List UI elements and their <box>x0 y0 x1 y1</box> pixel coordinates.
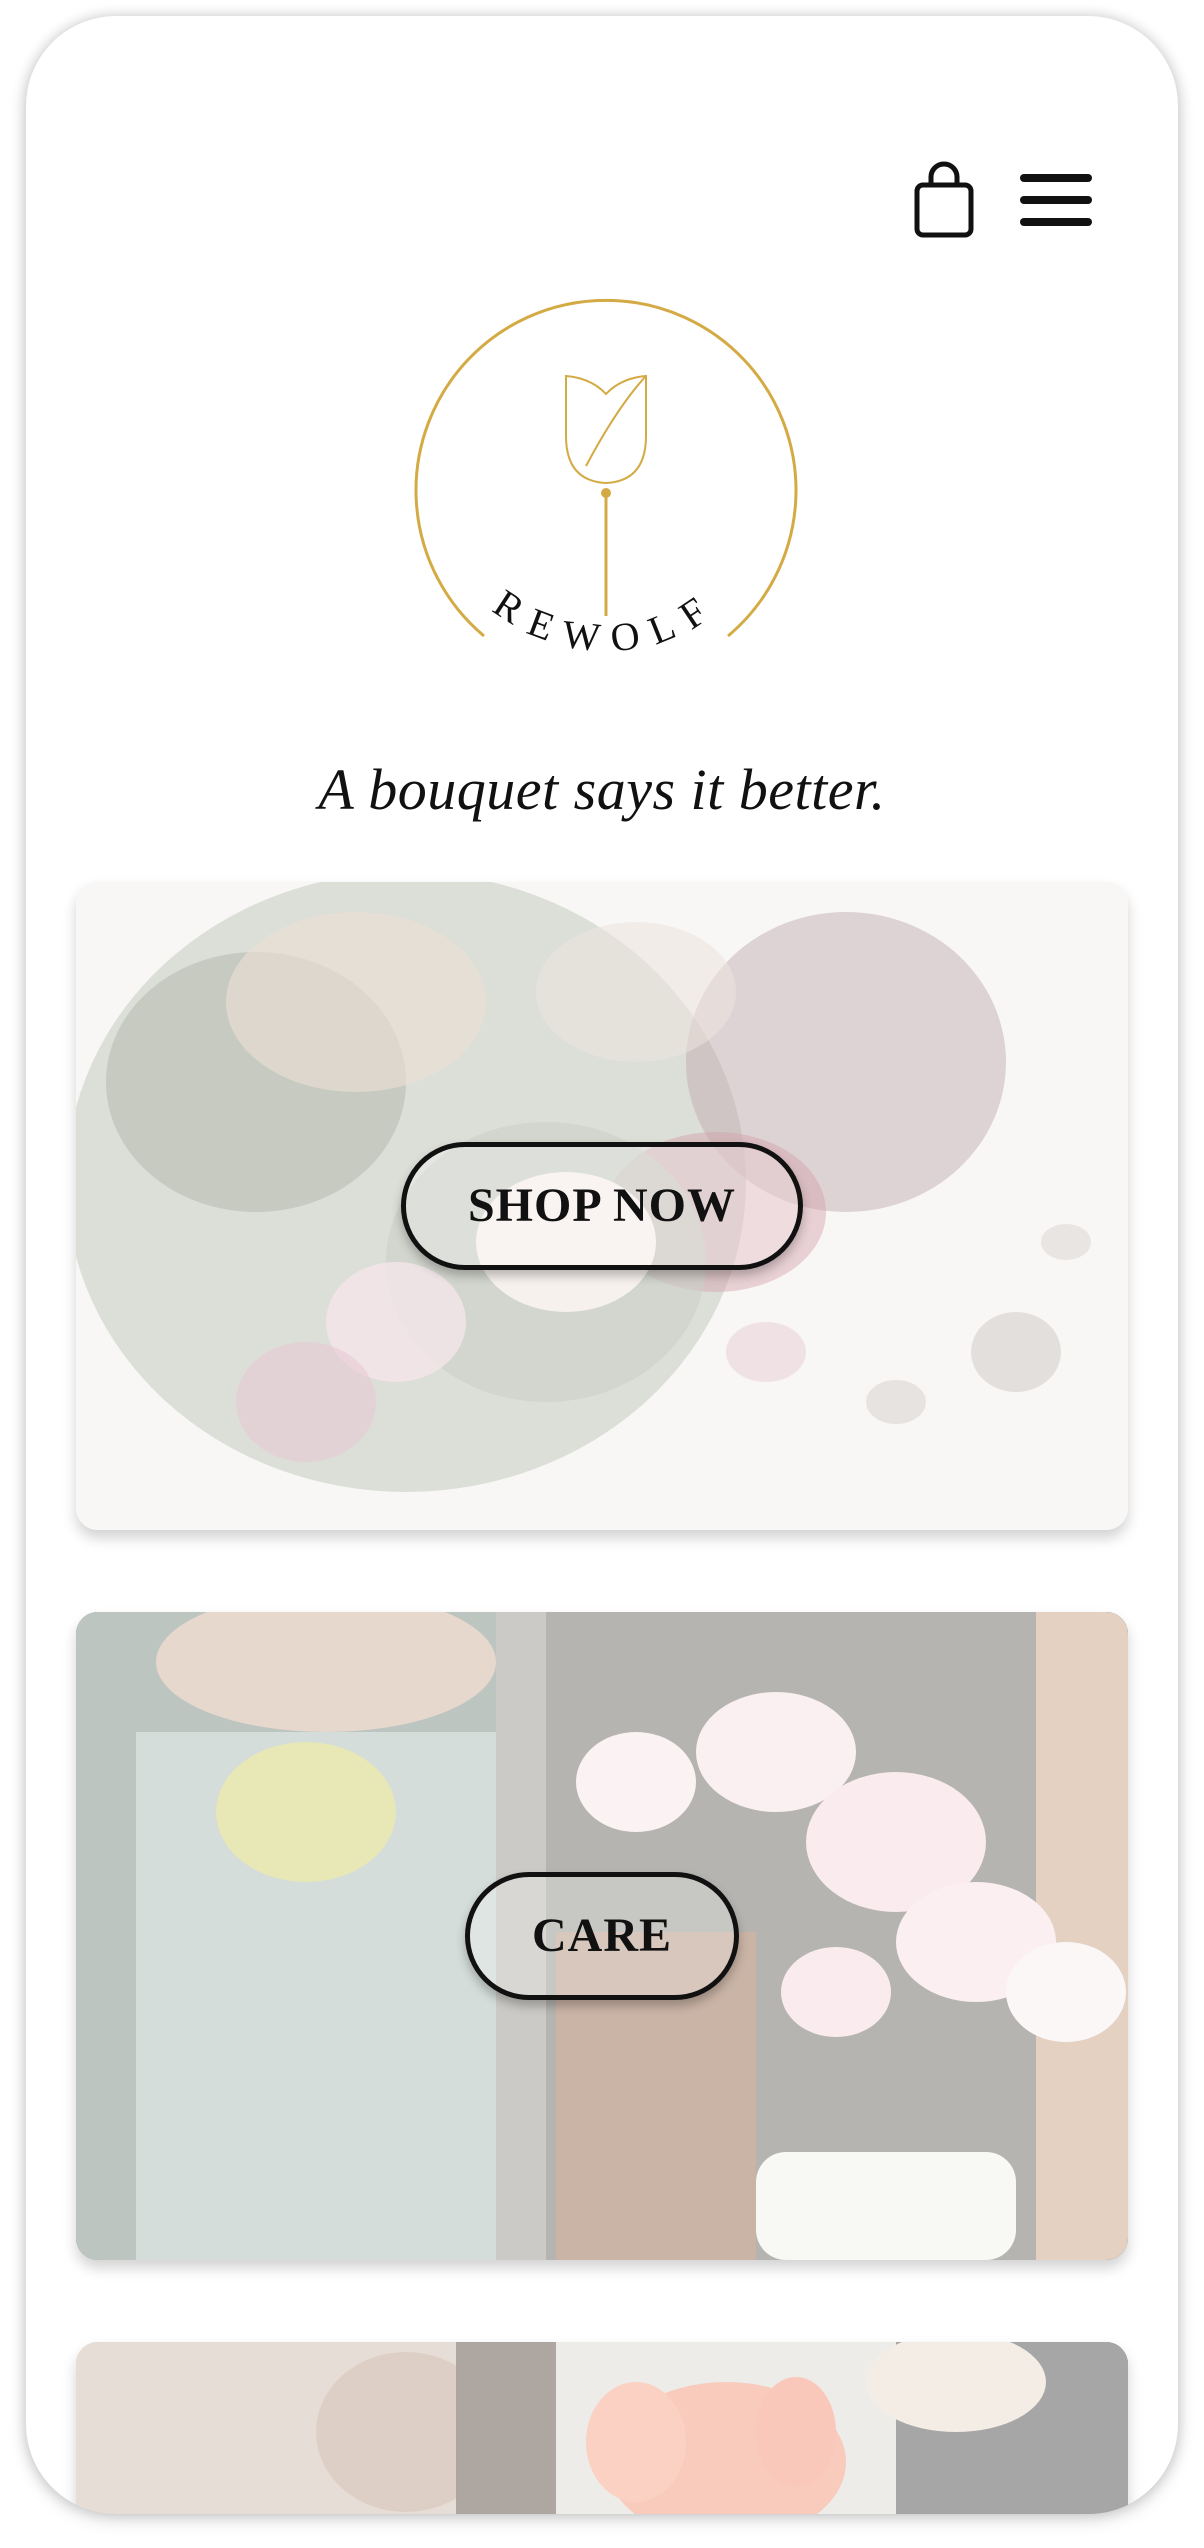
tagline: A bouquet says it better. <box>318 757 886 822</box>
shopping-bag-icon <box>914 161 974 238</box>
app-screen: REWOLF A bouquet says it better. SHOP NO… <box>26 16 1178 2514</box>
top-bar <box>26 16 1178 238</box>
care-button[interactable]: CARE <box>464 1872 740 2000</box>
brand-logo[interactable]: REWOLF <box>406 286 806 706</box>
shop-card[interactable]: SHOP NOW <box>76 882 1128 1530</box>
image-overlay <box>76 2342 1128 2514</box>
tulips-card[interactable] <box>76 2342 1128 2514</box>
menu-button[interactable] <box>1020 168 1092 232</box>
hamburger-menu-icon <box>1020 174 1092 226</box>
shop-now-button[interactable]: SHOP NOW <box>400 1142 804 1270</box>
cart-button[interactable] <box>911 161 977 241</box>
care-card[interactable]: CARE <box>76 1612 1128 2260</box>
